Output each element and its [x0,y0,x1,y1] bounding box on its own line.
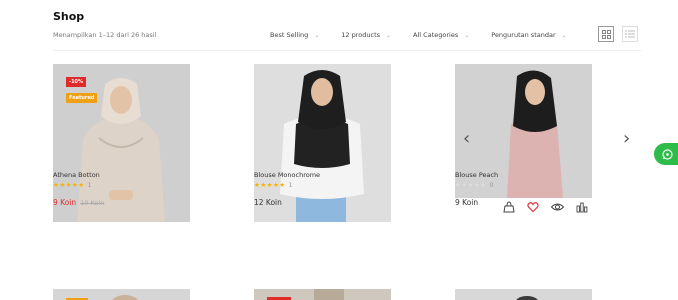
rating-count: 1 [87,182,92,189]
chevron-down-icon: ⌄ [561,31,567,39]
list-icon [625,30,635,38]
sort-dropdown-label: Best Selling [270,31,309,39]
product-title[interactable]: Blouse Monochrome [254,171,320,179]
result-count: Menampilkan 1–12 dari 26 hasil [53,31,157,39]
rating-count: 1 [288,182,293,189]
shop-toolbar: Best Selling ⌄ 12 products ⌄ All Categor… [270,27,589,43]
rating-stars: ★★★★★ 0 [455,181,493,189]
shopping-bag-icon [503,201,515,213]
category-dropdown[interactable]: All Categories ⌄ [413,31,469,39]
page-title: Shop [53,10,85,23]
featured-badge: Featured [66,93,98,103]
product-price: 12 Koin [254,198,282,207]
per-page-dropdown-label: 12 products [341,31,381,39]
chevron-down-icon: ⌄ [314,31,320,39]
sale-price: 9 Koin [53,198,77,207]
heart-icon [527,202,539,213]
rating-count: 0 [489,182,494,189]
order-dropdown-label: Pengurutan standar [491,31,556,39]
star-rating: ★★★★★ [455,181,487,189]
toolbar-divider [53,50,641,51]
list-view-button[interactable] [622,26,638,42]
grid-icon [601,29,611,39]
star-rating: ★★★★★ [53,181,85,189]
product-price: 9 Koin [455,198,478,207]
next-image-button[interactable]: › [623,130,630,148]
wishlist-button[interactable] [527,201,539,213]
grid-view-button[interactable] [598,26,614,42]
per-page-dropdown[interactable]: 12 products ⌄ [341,31,391,39]
compare-button[interactable] [576,201,588,213]
product-title[interactable]: Blouse Peach [455,171,498,179]
sale-badge: -10% [66,77,87,87]
category-dropdown-label: All Categories [413,31,459,39]
price-value: 12 Koin [254,198,282,207]
product-actions [503,201,588,213]
product-price: 9 Koin 10 Koin [53,198,104,207]
prev-image-button[interactable]: ‹ [463,130,470,148]
whatsapp-button[interactable] [654,143,678,165]
product-card[interactable] [254,287,391,300]
order-dropdown[interactable]: Pengurutan standar ⌄ [491,31,566,39]
chevron-right-icon: › [623,128,631,149]
bar-chart-icon [576,202,588,213]
chevron-down-icon: ⌄ [464,31,470,39]
product-title[interactable]: Athena Botton [53,171,100,179]
chevron-left-icon: ‹ [463,128,471,149]
chevron-down-icon: ⌄ [386,31,392,39]
original-price: 10 Koin [80,199,105,207]
whatsapp-icon [662,148,673,160]
rating-stars: ★★★★★ 1 [53,181,91,189]
product-card[interactable] [455,287,592,300]
star-rating: ★★★★★ [254,181,286,189]
product-card[interactable] [53,287,190,300]
eye-icon [551,203,564,211]
rating-stars: ★★★★★ 1 [254,181,292,189]
add-to-cart-button[interactable] [503,201,515,213]
quick-view-button[interactable] [551,201,564,213]
sort-dropdown[interactable]: Best Selling ⌄ [270,31,319,39]
price-value: 9 Koin [455,198,479,207]
